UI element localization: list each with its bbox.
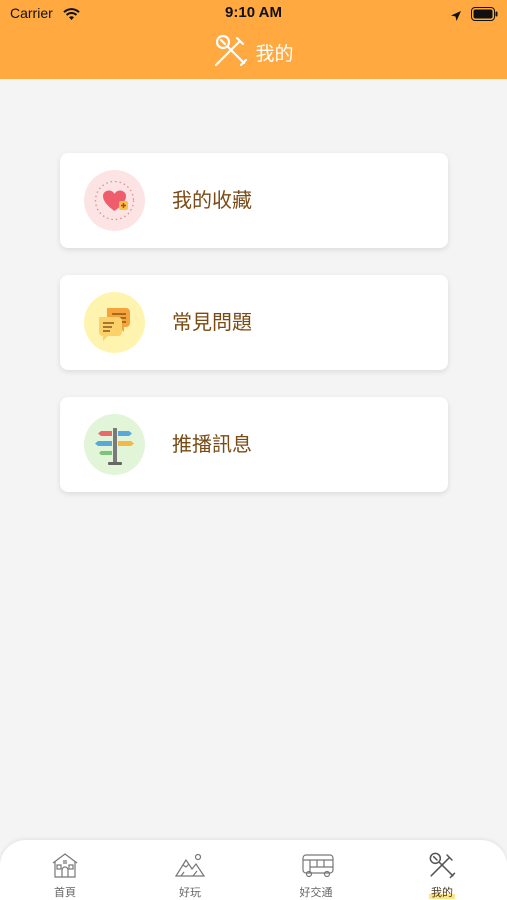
menu-item-notifications[interactable]: 推播訊息: [60, 397, 448, 492]
nav-header: Carrier 9:10 AM 我的: [0, 0, 507, 79]
tab-label: 好玩: [179, 886, 201, 899]
tools-icon: [213, 32, 249, 72]
menu-item-faq[interactable]: 常見問題: [60, 275, 448, 370]
chat-bubbles-icon: [84, 292, 145, 353]
mountain-icon: [174, 850, 206, 884]
tab-transport[interactable]: 好交通: [253, 840, 379, 900]
tab-home[interactable]: 首頁: [2, 840, 128, 900]
signpost-icon: [84, 414, 145, 475]
battery-icon: [471, 6, 498, 25]
tab-mine[interactable]: 我的: [379, 840, 505, 900]
menu-item-favorites[interactable]: 我的收藏: [60, 153, 448, 248]
house-icon: [50, 850, 80, 884]
status-time: 9:10 AM: [225, 4, 282, 21]
menu-item-label: 我的收藏: [172, 188, 252, 212]
tab-label: 好交通: [299, 886, 333, 899]
nav-title-group: 我的: [0, 32, 507, 72]
bus-icon: [301, 850, 335, 884]
menu-item-label: 常見問題: [172, 310, 252, 334]
status-bar: Carrier 9:10 AM: [0, 0, 507, 28]
tools-icon: [427, 850, 457, 884]
page-title: 我的: [255, 42, 294, 65]
tab-bar: 首頁 好玩 好交通 我的: [0, 840, 507, 900]
location-arrow-icon: [450, 7, 462, 26]
tab-label-text: 我的: [429, 886, 455, 899]
tab-label: 首頁: [54, 886, 76, 899]
tab-fun[interactable]: 好玩: [127, 840, 253, 900]
menu-item-label: 推播訊息: [172, 432, 252, 456]
heart-icon: [84, 170, 145, 231]
tab-label: 我的: [379, 884, 505, 900]
